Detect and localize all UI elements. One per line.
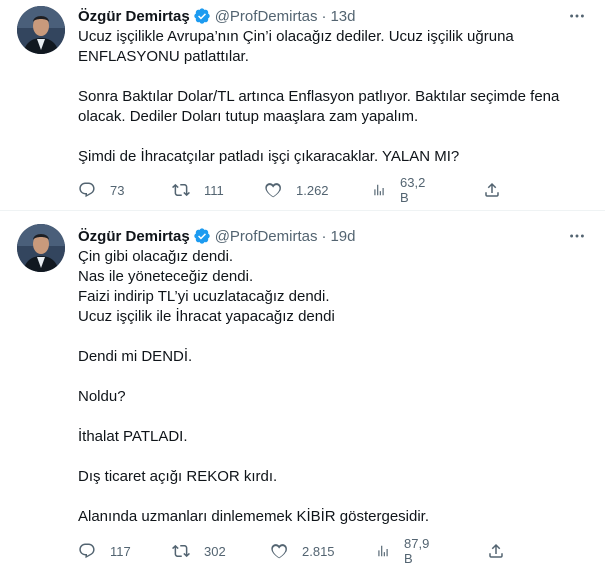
tweet-line (78, 447, 583, 467)
tweet-line (78, 127, 583, 147)
tweet-line (78, 327, 583, 347)
share-button[interactable] (483, 180, 501, 200)
reply-icon (79, 182, 95, 198)
tweet-line (78, 407, 583, 427)
reply-count: 117 (110, 543, 131, 559)
like-button[interactable]: 1.262 (264, 180, 329, 200)
reply-count: 73 (110, 182, 125, 198)
tweet-line: Noldu? (78, 388, 126, 405)
avatar[interactable] (17, 224, 65, 272)
author-handle[interactable]: @ProfDemirtas (215, 8, 318, 25)
tweet-line: Nas ile yöneteceğiz dendi. (78, 268, 254, 285)
views-count: 87,9 B (404, 536, 430, 566)
tweet-text: Çin gibi olacağız dendi. Nas ile yönetec… (78, 247, 583, 527)
tweet-line (78, 67, 583, 87)
tweet-line: İthalat PATLADI. (78, 428, 188, 445)
author-name[interactable]: Özgür Demirtaş (78, 8, 190, 25)
avatar[interactable] (17, 6, 65, 54)
tweet-line (78, 367, 583, 387)
tweet[interactable]: Özgür Demirtaş @ProfDemirtas · 19d Çin g… (0, 222, 605, 576)
reply-button[interactable]: 117 (78, 541, 131, 561)
tweet-line: olacak. Dediler Doları tutup maaşlara za… (78, 108, 419, 125)
author-name[interactable]: Özgür Demirtaş (78, 228, 190, 245)
tweet-line: Alanında uzmanları dinlememek KİBİR göst… (78, 508, 430, 525)
verified-badge-icon (193, 7, 211, 25)
timestamp[interactable]: 13d (330, 8, 355, 25)
more-options-icon[interactable] (567, 6, 587, 26)
tweet-line: Faizi indirip TL’yi ucuzlatacağız dendi. (78, 288, 330, 305)
reply-button[interactable]: 73 (78, 180, 124, 200)
heart-icon (265, 183, 281, 198)
share-icon (489, 543, 503, 558)
retweet-icon (172, 544, 190, 558)
retweet-button[interactable]: 111 (172, 180, 224, 200)
tweet-text: Ucuz işçilikle Avrupa’nın Çin’i olacağız… (78, 27, 583, 167)
tweet-line (78, 487, 583, 507)
tweet-line: Sonra Baktılar Dolar/TL artınca Enflasyo… (78, 88, 560, 105)
like-count: 2.815 (302, 543, 335, 559)
author-handle[interactable]: @ProfDemirtas (215, 228, 318, 245)
separator-dot: · (321, 227, 327, 245)
reply-icon (79, 543, 95, 559)
views-count: 63,2 B (400, 175, 426, 205)
views-chart-icon (378, 545, 388, 557)
verified-badge-icon (193, 227, 211, 245)
tweet[interactable]: Özgür Demirtaş @ProfDemirtas · 13d Ucuz … (0, 0, 605, 211)
timestamp[interactable]: 19d (330, 228, 355, 245)
share-button[interactable] (487, 541, 505, 561)
heart-icon (271, 544, 287, 559)
views-button[interactable]: 87,9 B (376, 536, 433, 566)
like-button[interactable]: 2.815 (270, 541, 335, 561)
tweet-line: Çin gibi olacağız dendi. (78, 248, 234, 265)
tweet-line: ENFLASYONU patlattılar. (78, 48, 249, 65)
tweet-line: Dendi mi DENDİ. (78, 348, 193, 365)
tweet-line: Ucuz işçilikle Avrupa’nın Çin’i olacağız… (78, 28, 514, 45)
more-options-icon[interactable] (567, 226, 587, 246)
retweet-count: 302 (204, 543, 226, 559)
views-button[interactable]: 63,2 B (372, 175, 429, 205)
share-icon (485, 182, 499, 197)
retweet-count: 111 (204, 182, 224, 198)
views-chart-icon (374, 184, 384, 196)
like-count: 1.262 (296, 182, 329, 198)
retweet-button[interactable]: 302 (172, 541, 226, 561)
tweet-line: Şimdi de İhracatçılar patladı işçi çıkar… (78, 148, 460, 165)
tweet-line: Ucuz işçilik ile İhracat yapacağız dendi (78, 308, 335, 325)
tweet-line: Dış ticaret açığı REKOR kırdı. (78, 468, 278, 485)
retweet-icon (172, 183, 190, 197)
separator-dot: · (321, 7, 327, 25)
